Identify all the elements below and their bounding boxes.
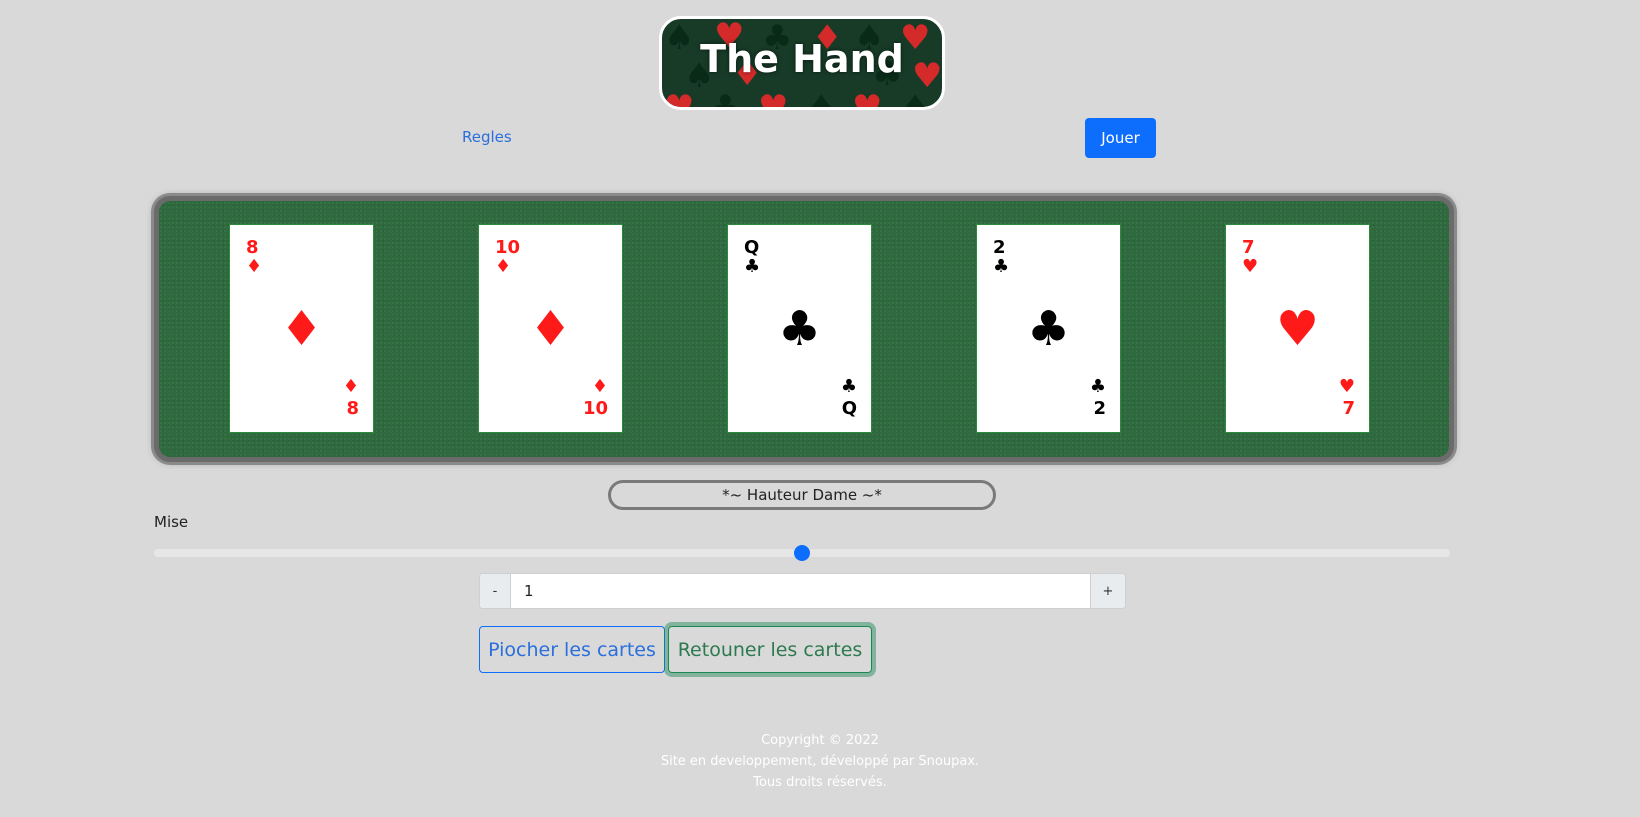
draw-cards-button[interactable]: Piocher les cartes [479,626,665,673]
card-1[interactable]: 8 ♦ ♦ ♦ 8 [229,224,374,433]
footer-credit: Site en developpement, développé par Sno… [660,754,980,769]
decrease-bet-button[interactable]: - [480,574,511,608]
card-rank-top: Q [744,237,760,258]
card-rank-bottom: 2 [1093,398,1106,419]
increase-bet-button[interactable]: + [1090,574,1125,608]
diamond-icon: ♦ [591,376,608,397]
diamond-icon: ♦ [246,256,263,277]
card-4[interactable]: 2 ♣ ♣ ♣ 2 [976,224,1121,433]
heart-icon: ♥ [1275,301,1320,357]
card-rank-bottom: 10 [582,398,608,419]
rules-link[interactable]: Regles [462,128,512,146]
svg-text:♥: ♥ [664,88,694,110]
card-5[interactable]: 7 ♥ ♥ ♥ 7 [1225,224,1370,433]
card-rank-top: 7 [1242,237,1255,258]
club-icon: ♣ [840,376,857,397]
heart-icon: ♥ [1242,256,1259,277]
bet-label: Mise [154,513,189,531]
card-rank-top: 8 [246,237,259,258]
club-icon: ♣ [1026,301,1071,357]
card-3[interactable]: Q ♣ ♣ ♣ Q [727,224,872,433]
card-table: 8 ♦ ♦ ♦ 8 10 ♦ ♦ ♦ 10 Q ♣ ♣ ♣ Q 2 ♣ ♣ ♣ … [154,196,1454,462]
heart-icon: ♥ [1338,376,1355,397]
bet-slider-thumb[interactable] [794,545,810,561]
svg-text:♠: ♠ [806,88,836,110]
card-rank-bottom: 8 [346,398,359,419]
flip-cards-button[interactable]: Retouner les cartes [668,626,872,673]
card-rank-bottom: Q [841,398,857,419]
card-rank-top: 10 [495,237,521,258]
logo: ♠ ♥ ♣ ♦ ♠ ♥ ♠ ♦ ♣ ♥ ♥ ♣ ♥ ♠ ♥ ♠ The Hand [659,16,945,110]
svg-text:♠: ♠ [900,88,930,110]
svg-text:♣: ♣ [710,88,740,110]
bet-input[interactable] [511,574,1090,608]
hand-result: *~ Hauteur Dame ~* [608,480,996,510]
club-icon: ♣ [993,256,1010,277]
club-icon: ♣ [777,301,822,357]
card-2[interactable]: 10 ♦ ♦ ♦ 10 [478,224,623,433]
card-rank-top: 2 [993,237,1006,258]
diamond-icon: ♦ [279,301,324,357]
logo-title: The Hand [700,37,904,81]
diamond-icon: ♦ [342,376,359,397]
club-icon: ♣ [1089,376,1106,397]
diamond-icon: ♦ [495,256,512,277]
footer-copyright: Copyright © 2022 [761,733,879,748]
bet-stepper: - + [479,573,1126,609]
footer: Copyright © 2022 Site en developpement, … [0,730,1640,793]
diamond-icon: ♦ [528,301,573,357]
svg-text:♥: ♥ [852,88,882,110]
footer-rights: Tous droits réservés. [753,775,887,790]
play-button[interactable]: Jouer [1085,118,1156,158]
svg-text:♥: ♥ [758,88,788,110]
card-rank-bottom: 7 [1342,398,1355,419]
club-icon: ♣ [744,256,761,277]
